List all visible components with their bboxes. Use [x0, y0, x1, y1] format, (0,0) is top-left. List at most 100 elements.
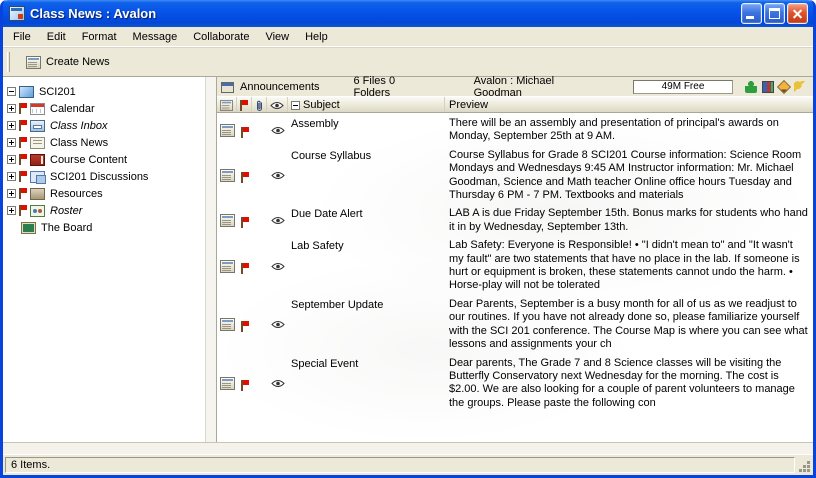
message-icon: [220, 318, 235, 331]
message-preview: Dear Parents, September is a busy month …: [445, 298, 813, 352]
unread-eye-icon: [271, 171, 285, 180]
message-subject: Lab Safety: [288, 239, 445, 293]
menu-edit[interactable]: Edit: [39, 28, 74, 46]
expand-box[interactable]: [7, 121, 16, 130]
maximize-button[interactable]: [764, 3, 785, 24]
tree-vertical-scrollbar[interactable]: [205, 77, 216, 442]
flag-icon: [19, 205, 27, 216]
column-flag[interactable]: [237, 97, 252, 112]
column-unread[interactable]: [267, 97, 288, 112]
title-bar[interactable]: Class News : Avalon: [3, 0, 813, 27]
maximize-icon: [769, 8, 780, 19]
resources-icon: [30, 188, 45, 200]
expand-box[interactable]: [7, 172, 16, 181]
message-row-course-syllabus[interactable]: Course Syllabus Course Syllabus for Grad…: [217, 147, 813, 206]
message-preview: Lab Safety: Everyone is Responsible! • "…: [445, 239, 813, 293]
expand-box[interactable]: [7, 189, 16, 198]
menu-bar: File Edit Format Message Collaborate Vie…: [3, 27, 813, 47]
column-subject[interactable]: Subject: [288, 97, 445, 112]
folder-tree-panel: SCI201 Calendar Class Inbox: [3, 77, 216, 442]
message-row-september-update[interactable]: September Update Dear Parents, September…: [217, 296, 813, 355]
menu-file[interactable]: File: [5, 28, 39, 46]
discussions-icon: [30, 171, 45, 183]
flag-icon: [241, 263, 249, 274]
message-row-special-event[interactable]: Special Event Dear parents, The Grade 7 …: [217, 355, 813, 414]
column-preview[interactable]: Preview: [445, 97, 813, 112]
message-icon: [220, 99, 233, 110]
flag-icon: [240, 100, 248, 111]
column-header-row: Subject Preview: [217, 96, 813, 113]
expand-box[interactable]: [7, 155, 16, 164]
attachment-icon: [255, 99, 264, 112]
toolbar: Create News: [3, 47, 813, 77]
toolbar-grip[interactable]: [7, 52, 10, 72]
expand-box[interactable]: [7, 206, 16, 215]
message-icon: [220, 169, 235, 182]
message-subject: Assembly: [288, 117, 445, 144]
board-icon: [21, 222, 36, 234]
message-subject: Course Syllabus: [288, 149, 445, 203]
person-icon[interactable]: [745, 81, 757, 93]
message-preview: Course Syllabus for Grade 8 SCI201 Cours…: [445, 149, 813, 203]
message-icon-cell: [217, 117, 237, 144]
pencil-icon[interactable]: [777, 80, 791, 94]
minimize-icon: [746, 16, 754, 19]
collapse-subjects-box[interactable]: [291, 101, 300, 110]
library-icon[interactable]: [762, 81, 774, 93]
message-row-assembly[interactable]: Assembly There will be an assembly and p…: [217, 115, 813, 147]
tree-item-course-content[interactable]: Course Content: [3, 151, 205, 168]
announcements-icon: [221, 82, 234, 93]
message-list-panel: Announcements 6 Files 0 Folders Avalon :…: [216, 77, 813, 442]
status-items-count: 6 Items.: [5, 457, 795, 473]
unread-eye-icon: [271, 320, 285, 329]
inbox-icon: [30, 120, 45, 132]
status-bar: 6 Items.: [3, 454, 813, 475]
create-news-button[interactable]: Create News: [18, 52, 118, 73]
key-icon[interactable]: [794, 81, 806, 93]
collapse-box[interactable]: [7, 87, 16, 96]
unread-eye-icon: [271, 126, 285, 135]
flag-icon: [241, 217, 249, 228]
unread-eye-icon: [271, 262, 285, 271]
flag-icon: [241, 127, 249, 138]
flag-icon: [19, 137, 27, 148]
free-space-meter: 49M Free: [633, 80, 733, 94]
minimize-button[interactable]: [741, 3, 762, 24]
calendar-icon: [30, 103, 45, 115]
menu-collaborate[interactable]: Collaborate: [185, 28, 257, 46]
window-title: Class News : Avalon: [30, 6, 736, 21]
flag-icon: [241, 380, 249, 391]
tree-item-the-board[interactable]: The Board: [3, 219, 205, 236]
message-row-due-date-alert[interactable]: Due Date Alert LAB A is due Friday Septe…: [217, 205, 813, 237]
unread-eye-icon: [271, 216, 285, 225]
flag-icon: [19, 120, 27, 131]
menu-message[interactable]: Message: [125, 28, 186, 46]
message-preview: There will be an assembly and presentati…: [445, 117, 813, 144]
horizontal-scrollbar[interactable]: [3, 442, 813, 454]
menu-help[interactable]: Help: [297, 28, 336, 46]
menu-view[interactable]: View: [257, 28, 297, 46]
create-news-icon: [26, 56, 41, 69]
message-icon: [220, 124, 235, 137]
flag-icon: [19, 188, 27, 199]
column-attachment[interactable]: [252, 97, 267, 112]
flag-icon: [19, 171, 27, 182]
tree-item-class-news[interactable]: Class News: [3, 134, 205, 151]
expand-box[interactable]: [7, 138, 16, 147]
news-icon: [30, 137, 45, 149]
message-row-lab-safety[interactable]: Lab Safety Lab Safety: Everyone is Respo…: [217, 237, 813, 296]
close-button[interactable]: [787, 3, 808, 24]
tree-item-roster[interactable]: Roster: [3, 202, 205, 219]
tree-item-calendar[interactable]: Calendar: [3, 100, 205, 117]
message-list: Assembly There will be an assembly and p…: [217, 113, 813, 442]
column-message-type[interactable]: [217, 97, 237, 112]
book-icon: [30, 154, 45, 166]
resize-grip[interactable]: [797, 457, 811, 473]
expand-box[interactable]: [7, 104, 16, 113]
tree-item-sci201-discussions[interactable]: SCI201 Discussions: [3, 168, 205, 185]
tree-item-class-inbox[interactable]: Class Inbox: [3, 117, 205, 134]
tree-item-sci201[interactable]: SCI201: [3, 83, 205, 100]
tree-item-resources[interactable]: Resources: [3, 185, 205, 202]
menu-format[interactable]: Format: [74, 28, 125, 46]
message-subject: Special Event: [288, 357, 445, 411]
